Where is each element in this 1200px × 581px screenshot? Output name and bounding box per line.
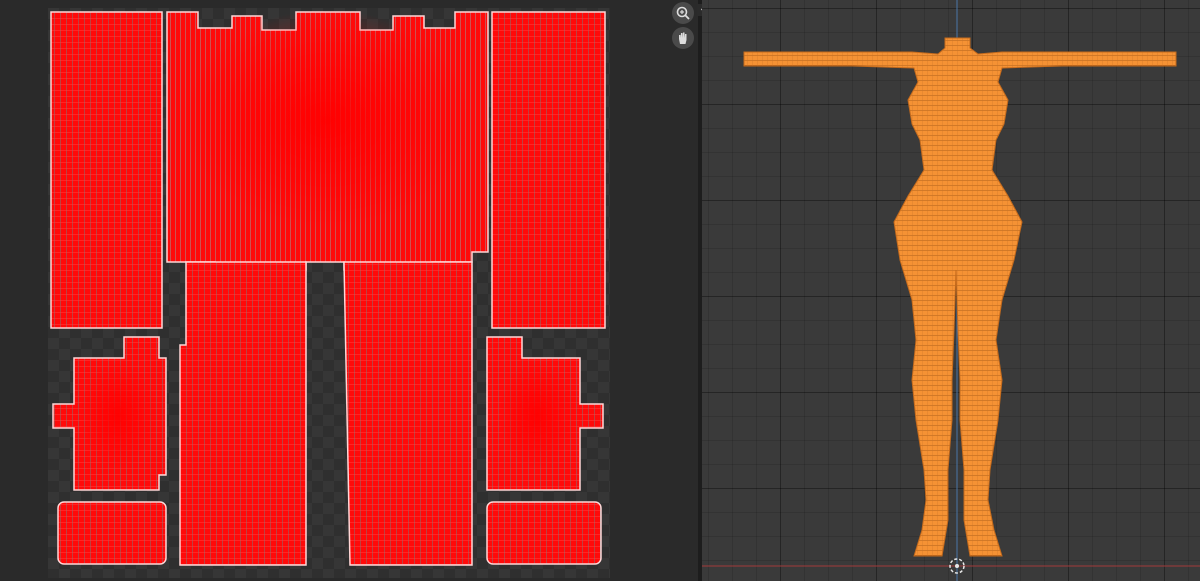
uv-island-left-foot bbox=[57, 501, 167, 565]
uv-island-left-leg bbox=[179, 261, 307, 566]
uv-island-left-arm bbox=[50, 11, 163, 329]
3d-viewport[interactable] bbox=[702, 0, 1200, 581]
zoom-button[interactable] bbox=[672, 2, 694, 24]
magnify-plus-icon bbox=[676, 6, 690, 20]
viewport-scene bbox=[702, 0, 1200, 581]
hand-icon bbox=[679, 32, 687, 44]
uv-island-right-arm bbox=[491, 11, 606, 329]
uv-island-right-leg bbox=[343, 261, 473, 566]
uv-islands-layer bbox=[50, 10, 606, 566]
uv-island-right-foot bbox=[486, 501, 602, 565]
uv-editor[interactable] bbox=[0, 0, 698, 581]
character-mesh bbox=[743, 37, 1177, 557]
pan-button[interactable] bbox=[672, 27, 694, 49]
